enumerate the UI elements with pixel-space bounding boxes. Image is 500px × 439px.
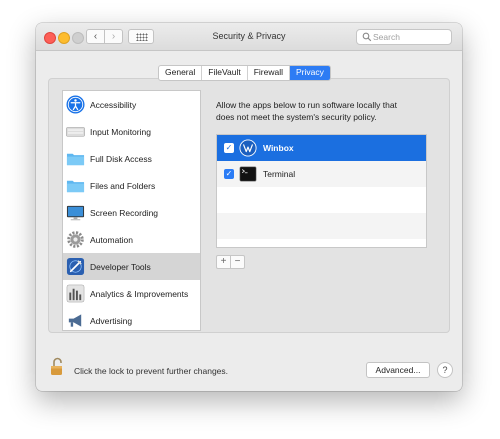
category-label: Screen Recording <box>90 208 159 218</box>
empty-row <box>217 187 426 213</box>
app-name: Winbox <box>263 143 294 153</box>
app-row-terminal[interactable]: ✓ Terminal <box>217 161 426 187</box>
category-label: Analytics & Improvements <box>90 289 189 299</box>
category-developer-tools[interactable]: Developer Tools <box>63 253 200 280</box>
empty-row <box>217 213 426 239</box>
tab-firewall[interactable]: Firewall <box>248 66 290 80</box>
tab-bar: General FileVault Firewall Privacy <box>158 65 331 81</box>
checkmark-icon: ✓ <box>225 169 233 178</box>
category-files-and-folders[interactable]: Files and Folders <box>63 172 200 199</box>
search-field[interactable]: Search <box>356 29 452 45</box>
tab-general[interactable]: General <box>159 66 203 80</box>
category-label: Automation <box>90 235 133 245</box>
winbox-checkbox[interactable]: ✓ <box>224 143 234 153</box>
tab-filevault[interactable]: FileVault <box>202 66 248 80</box>
category-accessibility[interactable]: Accessibility <box>63 91 200 118</box>
gear-icon <box>67 231 84 248</box>
add-app-button[interactable]: + <box>217 256 231 268</box>
title-bar: ‹ › Security & Privacy Search <box>36 23 462 51</box>
developer-tools-app-list[interactable]: ✓ Winbox ✓ Terminal <box>216 134 427 248</box>
category-label: Full Disk Access <box>90 154 152 164</box>
preferences-window: ‹ › Security & Privacy Search General Fi… <box>36 23 462 391</box>
folder-icon <box>66 180 85 193</box>
category-advertising[interactable]: Advertising <box>63 307 200 330</box>
category-full-disk-access[interactable]: Full Disk Access <box>63 145 200 172</box>
winbox-icon <box>239 139 257 157</box>
lock-icon[interactable] <box>50 357 64 377</box>
search-placeholder: Search <box>373 32 400 42</box>
app-row-winbox[interactable]: ✓ Winbox <box>217 135 426 161</box>
help-button[interactable]: ? <box>437 362 453 378</box>
megaphone-icon <box>68 314 82 327</box>
folder-icon <box>66 153 85 166</box>
category-automation[interactable]: Automation <box>63 226 200 253</box>
accessibility-icon <box>66 95 85 114</box>
category-label: Developer Tools <box>90 262 151 272</box>
category-screen-recording[interactable]: Screen Recording <box>63 199 200 226</box>
add-remove-control: + − <box>216 255 245 269</box>
remove-app-button[interactable]: − <box>231 256 244 268</box>
app-name: Terminal <box>263 169 296 179</box>
terminal-icon <box>239 166 257 182</box>
category-label: Input Monitoring <box>90 127 151 137</box>
terminal-checkbox[interactable]: ✓ <box>224 169 234 179</box>
category-label: Advertising <box>90 316 133 326</box>
category-label: Files and Folders <box>90 181 156 191</box>
bar-chart-icon <box>66 284 85 303</box>
privacy-category-list[interactable]: Accessibility Input Monitoring Full Disk… <box>62 90 201 331</box>
category-label: Accessibility <box>90 100 137 110</box>
developer-tools-icon <box>66 257 85 276</box>
keyboard-icon <box>66 127 85 137</box>
category-input-monitoring[interactable]: Input Monitoring <box>63 118 200 145</box>
search-icon <box>362 32 372 42</box>
lock-status-text: Click the lock to prevent further change… <box>74 366 229 376</box>
privacy-description: Allow the apps below to run software loc… <box>216 100 397 122</box>
display-icon <box>66 205 85 221</box>
category-analytics-improvements[interactable]: Analytics & Improvements <box>63 280 200 307</box>
checkmark-icon: ✓ <box>225 143 233 152</box>
tab-privacy[interactable]: Privacy <box>289 66 330 80</box>
advanced-button[interactable]: Advanced... <box>366 362 430 378</box>
